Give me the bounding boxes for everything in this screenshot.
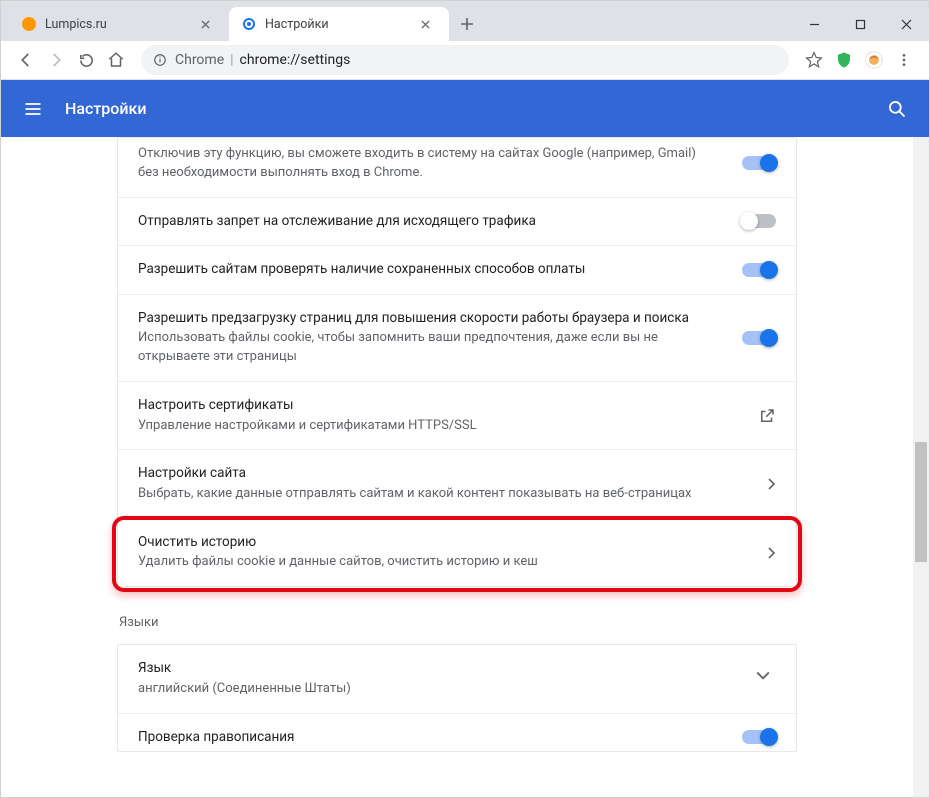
row-desc: Отключив эту функцию, вы сможете входить… — [138, 145, 702, 183]
back-button[interactable] — [11, 45, 41, 75]
home-button[interactable] — [101, 45, 131, 75]
favicon-orange-icon — [21, 16, 37, 32]
chevron-right-icon — [768, 547, 776, 559]
address-bar[interactable]: Chrome | chrome://settings — [141, 45, 789, 75]
row-clear-history[interactable]: Очистить историю Удалить файлы cookie и … — [118, 518, 796, 586]
row-spellcheck[interactable]: Проверка правописания — [118, 713, 796, 752]
row-desc: Удалить файлы cookie и данные сайтов, оч… — [138, 553, 728, 572]
tab-title: Lumpics.ru — [45, 17, 107, 32]
new-tab-button[interactable] — [453, 10, 481, 38]
browser-toolbar: Chrome | chrome://settings — [1, 41, 929, 80]
row-language[interactable]: Язык английский (Соединенные Штаты) — [118, 645, 796, 712]
scrollbar-track[interactable] — [913, 137, 929, 797]
tab-strip: Lumpics.ru Настройки — [1, 1, 929, 41]
browser-window: Lumpics.ru Настройки — [0, 0, 930, 798]
tab-settings[interactable]: Настройки — [229, 7, 449, 41]
row-title: Разрешить предзагрузку страниц для повыш… — [138, 309, 702, 329]
window-controls — [791, 7, 929, 41]
chevron-down-icon — [756, 669, 776, 689]
row-site-settings[interactable]: Настройки сайта Выбрать, какие данные от… — [118, 449, 796, 517]
row-preload[interactable]: Разрешить предзагрузку страниц для повыш… — [118, 294, 796, 381]
scrollbar-thumb[interactable] — [915, 442, 927, 562]
row-allow-signin: Разрешить вход в Chrome Отключив эту фун… — [118, 138, 796, 197]
row-desc: Выбрать, какие данные отправлять сайтам … — [138, 485, 728, 504]
settings-header: Настройки — [1, 80, 929, 137]
toggle-dnt[interactable] — [742, 214, 776, 228]
row-title: Очистить историю — [138, 533, 728, 553]
external-link-icon — [758, 407, 776, 425]
row-dnt[interactable]: Отправлять запрет на отслеживание для ис… — [118, 197, 796, 246]
row-desc: Управление настройками и сертификатами H… — [138, 417, 718, 436]
menu-icon[interactable] — [21, 97, 45, 121]
close-window-button[interactable] — [883, 7, 929, 41]
row-desc: английский (Соединенные Штаты) — [138, 680, 716, 699]
toggle-preload[interactable] — [742, 331, 776, 345]
maximize-button[interactable] — [837, 7, 883, 41]
row-certs[interactable]: Настроить сертификаты Управление настрой… — [118, 381, 796, 449]
close-icon[interactable] — [201, 20, 217, 29]
secure-icon — [153, 53, 167, 67]
tab-title: Настройки — [265, 17, 329, 32]
row-title: Проверка правописания — [138, 728, 702, 748]
row-payment[interactable]: Разрешить сайтам проверять наличие сохра… — [118, 245, 796, 294]
gear-icon — [241, 16, 257, 32]
languages-heading: Языки — [117, 611, 797, 644]
row-title: Настройки сайта — [138, 464, 728, 484]
languages-section-card: Язык английский (Соединенные Штаты) Пров… — [117, 644, 797, 752]
row-title: Разрешить сайтам проверять наличие сохра… — [138, 260, 702, 280]
reload-button[interactable] — [71, 45, 101, 75]
chevron-right-icon — [768, 478, 776, 490]
toggle-payment[interactable] — [742, 263, 776, 277]
toggle-allow-signin[interactable] — [742, 156, 776, 170]
browser-menu-button[interactable] — [889, 45, 919, 75]
search-icon[interactable] — [885, 97, 909, 121]
url-text: chrome://settings — [240, 52, 351, 68]
url-separator: | — [230, 52, 233, 68]
row-title: Язык — [138, 659, 716, 679]
close-icon[interactable] — [421, 20, 437, 29]
forward-button[interactable] — [41, 45, 71, 75]
origin-label: Chrome — [175, 52, 224, 68]
row-title: Отправлять запрет на отслеживание для ис… — [138, 212, 702, 232]
profile-avatar-icon[interactable] — [859, 45, 889, 75]
row-title: Настроить сертификаты — [138, 396, 718, 416]
privacy-section-card: Разрешить вход в Chrome Отключив эту фун… — [117, 137, 797, 587]
page-title: Настройки — [65, 99, 146, 118]
bookmark-star-icon[interactable] — [799, 45, 829, 75]
minimize-button[interactable] — [791, 7, 837, 41]
toggle-spellcheck[interactable] — [742, 730, 776, 744]
shield-extension-icon[interactable] — [829, 45, 859, 75]
tab-lumpics[interactable]: Lumpics.ru — [9, 7, 229, 41]
settings-content: Разрешить вход в Chrome Отключив эту фун… — [1, 137, 929, 797]
row-desc: Использовать файлы cookie, чтобы запомни… — [138, 329, 702, 367]
